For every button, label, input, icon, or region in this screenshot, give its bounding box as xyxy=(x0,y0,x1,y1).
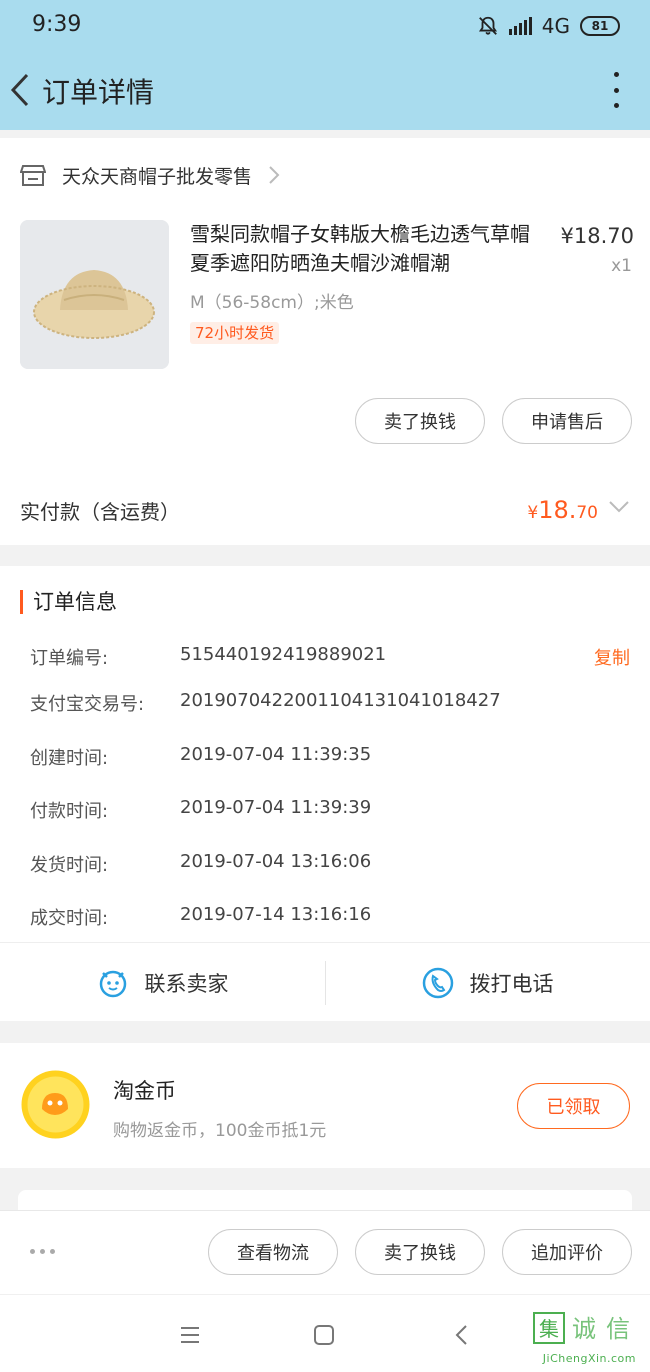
back-button[interactable] xyxy=(6,68,34,112)
hamburger-icon xyxy=(181,1327,199,1343)
order-number-value: 515440192419889021 xyxy=(180,644,387,665)
order-number-label: 订单编号: xyxy=(30,648,109,669)
amount-decimal: 70 xyxy=(576,503,598,523)
contact-seller-button[interactable]: 联系卖家 xyxy=(0,943,325,1022)
square-home-icon xyxy=(314,1325,334,1345)
product-title[interactable]: 雪梨同款帽子女韩版大檐毛边透气草帽夏季遮阳防晒渔夫帽沙滩帽潮 xyxy=(190,220,540,278)
add-review-button[interactable]: 追加评价 xyxy=(502,1229,632,1275)
gold-coin-icon xyxy=(21,1070,90,1139)
contact-seller-label: 联系卖家 xyxy=(144,971,229,996)
order-item-card: 天众天商帽子批发零售 雪梨同款帽子女韩版大檐毛边透气草帽夏季遮阳防晒渔夫帽沙滩帽… xyxy=(0,138,650,545)
straw-hat-image xyxy=(20,220,169,369)
shipped-time-value: 2019-07-04 13:16:06 xyxy=(180,851,372,872)
watermark-logo: 集 诚 信 JiChengXin.com xyxy=(532,1309,644,1369)
shipping-tag: 72小时发货 xyxy=(190,322,280,344)
system-back-button[interactable] xyxy=(443,1317,479,1353)
product-quantity: x1 xyxy=(611,256,632,276)
svg-text:诚: 诚 xyxy=(572,1315,596,1343)
completed-time-value: 2019-07-14 13:16:16 xyxy=(180,904,372,925)
menu-button[interactable] xyxy=(172,1317,208,1353)
status-time: 9:39 xyxy=(32,12,82,37)
amount-integer: 18. xyxy=(538,496,577,524)
network-label: 4G xyxy=(541,14,570,38)
order-info-title: 订单信息 xyxy=(20,590,117,614)
status-icons: 4G 81 xyxy=(477,14,620,38)
coin-title: 淘金币 xyxy=(113,1079,176,1103)
home-button[interactable] xyxy=(306,1317,342,1353)
product-price: ¥18.70 xyxy=(560,224,634,248)
created-time-label: 创建时间: xyxy=(30,748,109,769)
chevron-down-icon[interactable] xyxy=(608,500,630,514)
created-time-value: 2019-07-04 11:39:35 xyxy=(180,744,372,765)
taojinbi-card: 淘金币 购物返金币，100金币抵1元 已领取 xyxy=(0,1043,650,1168)
copy-button[interactable]: 复制 xyxy=(594,644,630,670)
app-header: 9:39 4G 81 订单详情 xyxy=(0,0,650,130)
store-icon xyxy=(20,165,46,186)
alipay-trade-value: 2019070422001104131041018427 xyxy=(180,690,501,711)
battery-icon: 81 xyxy=(580,16,620,36)
payment-amount: ¥18.70 xyxy=(527,496,598,524)
alipay-trade-label: 支付宝交易号: xyxy=(30,694,145,715)
svg-text:信: 信 xyxy=(606,1315,630,1343)
page-title: 订单详情 xyxy=(42,76,155,109)
payment-label: 实付款（含运费） xyxy=(20,500,180,524)
chevron-right-icon xyxy=(269,166,280,184)
order-info-card: 订单信息 订单编号: 515440192419889021 复制 支付宝交易号:… xyxy=(0,566,650,1021)
shop-link[interactable]: 天众天商帽子批发零售 xyxy=(20,160,280,190)
product-sku: M（56-58cm）;米色 xyxy=(190,293,354,313)
battery-level: 81 xyxy=(591,19,609,33)
paid-time-value: 2019-07-04 11:39:39 xyxy=(180,797,372,818)
call-phone-label: 拨打电话 xyxy=(469,971,554,996)
shop-name: 天众天商帽子批发零售 xyxy=(62,165,253,188)
currency-symbol: ¥ xyxy=(527,503,539,523)
signal-icon xyxy=(508,17,532,35)
chat-bubble-icon xyxy=(99,970,126,997)
more-menu-button[interactable] xyxy=(606,72,626,108)
claimed-button[interactable]: 已领取 xyxy=(517,1083,630,1129)
mute-bell-icon xyxy=(478,16,497,35)
more-actions-button[interactable] xyxy=(30,1249,55,1254)
after-sale-button[interactable]: 申请售后 xyxy=(502,398,632,444)
chevron-left-icon xyxy=(10,73,29,107)
system-nav-bar: 集 诚 信 JiChengXin.com xyxy=(0,1294,650,1372)
call-phone-button[interactable]: 拨打电话 xyxy=(325,943,650,1022)
bottom-action-bar: 查看物流 卖了换钱 追加评价 xyxy=(0,1210,650,1294)
contact-row: 联系卖家 拨打电话 xyxy=(0,942,650,1021)
shipped-time-label: 发货时间: xyxy=(30,855,109,876)
coin-subtitle: 购物返金币，100金币抵1元 xyxy=(113,1121,327,1141)
view-logistics-button[interactable]: 查看物流 xyxy=(208,1229,338,1275)
product-image[interactable] xyxy=(20,220,169,369)
resell-button[interactable]: 卖了换钱 xyxy=(355,398,485,444)
nav-bar: 订单详情 xyxy=(0,60,650,120)
bottom-resell-button[interactable]: 卖了换钱 xyxy=(355,1229,485,1275)
watermark-icon: 集 诚 信 xyxy=(533,1312,630,1344)
watermark-text: JiChengXin.com xyxy=(542,1352,636,1365)
status-bar: 9:39 4G 81 xyxy=(0,0,650,56)
phone-icon xyxy=(422,967,453,998)
completed-time-label: 成交时间: xyxy=(30,908,109,929)
paid-time-label: 付款时间: xyxy=(30,801,109,822)
chevron-left-icon xyxy=(455,1325,467,1345)
svg-text:集: 集 xyxy=(539,1317,559,1341)
